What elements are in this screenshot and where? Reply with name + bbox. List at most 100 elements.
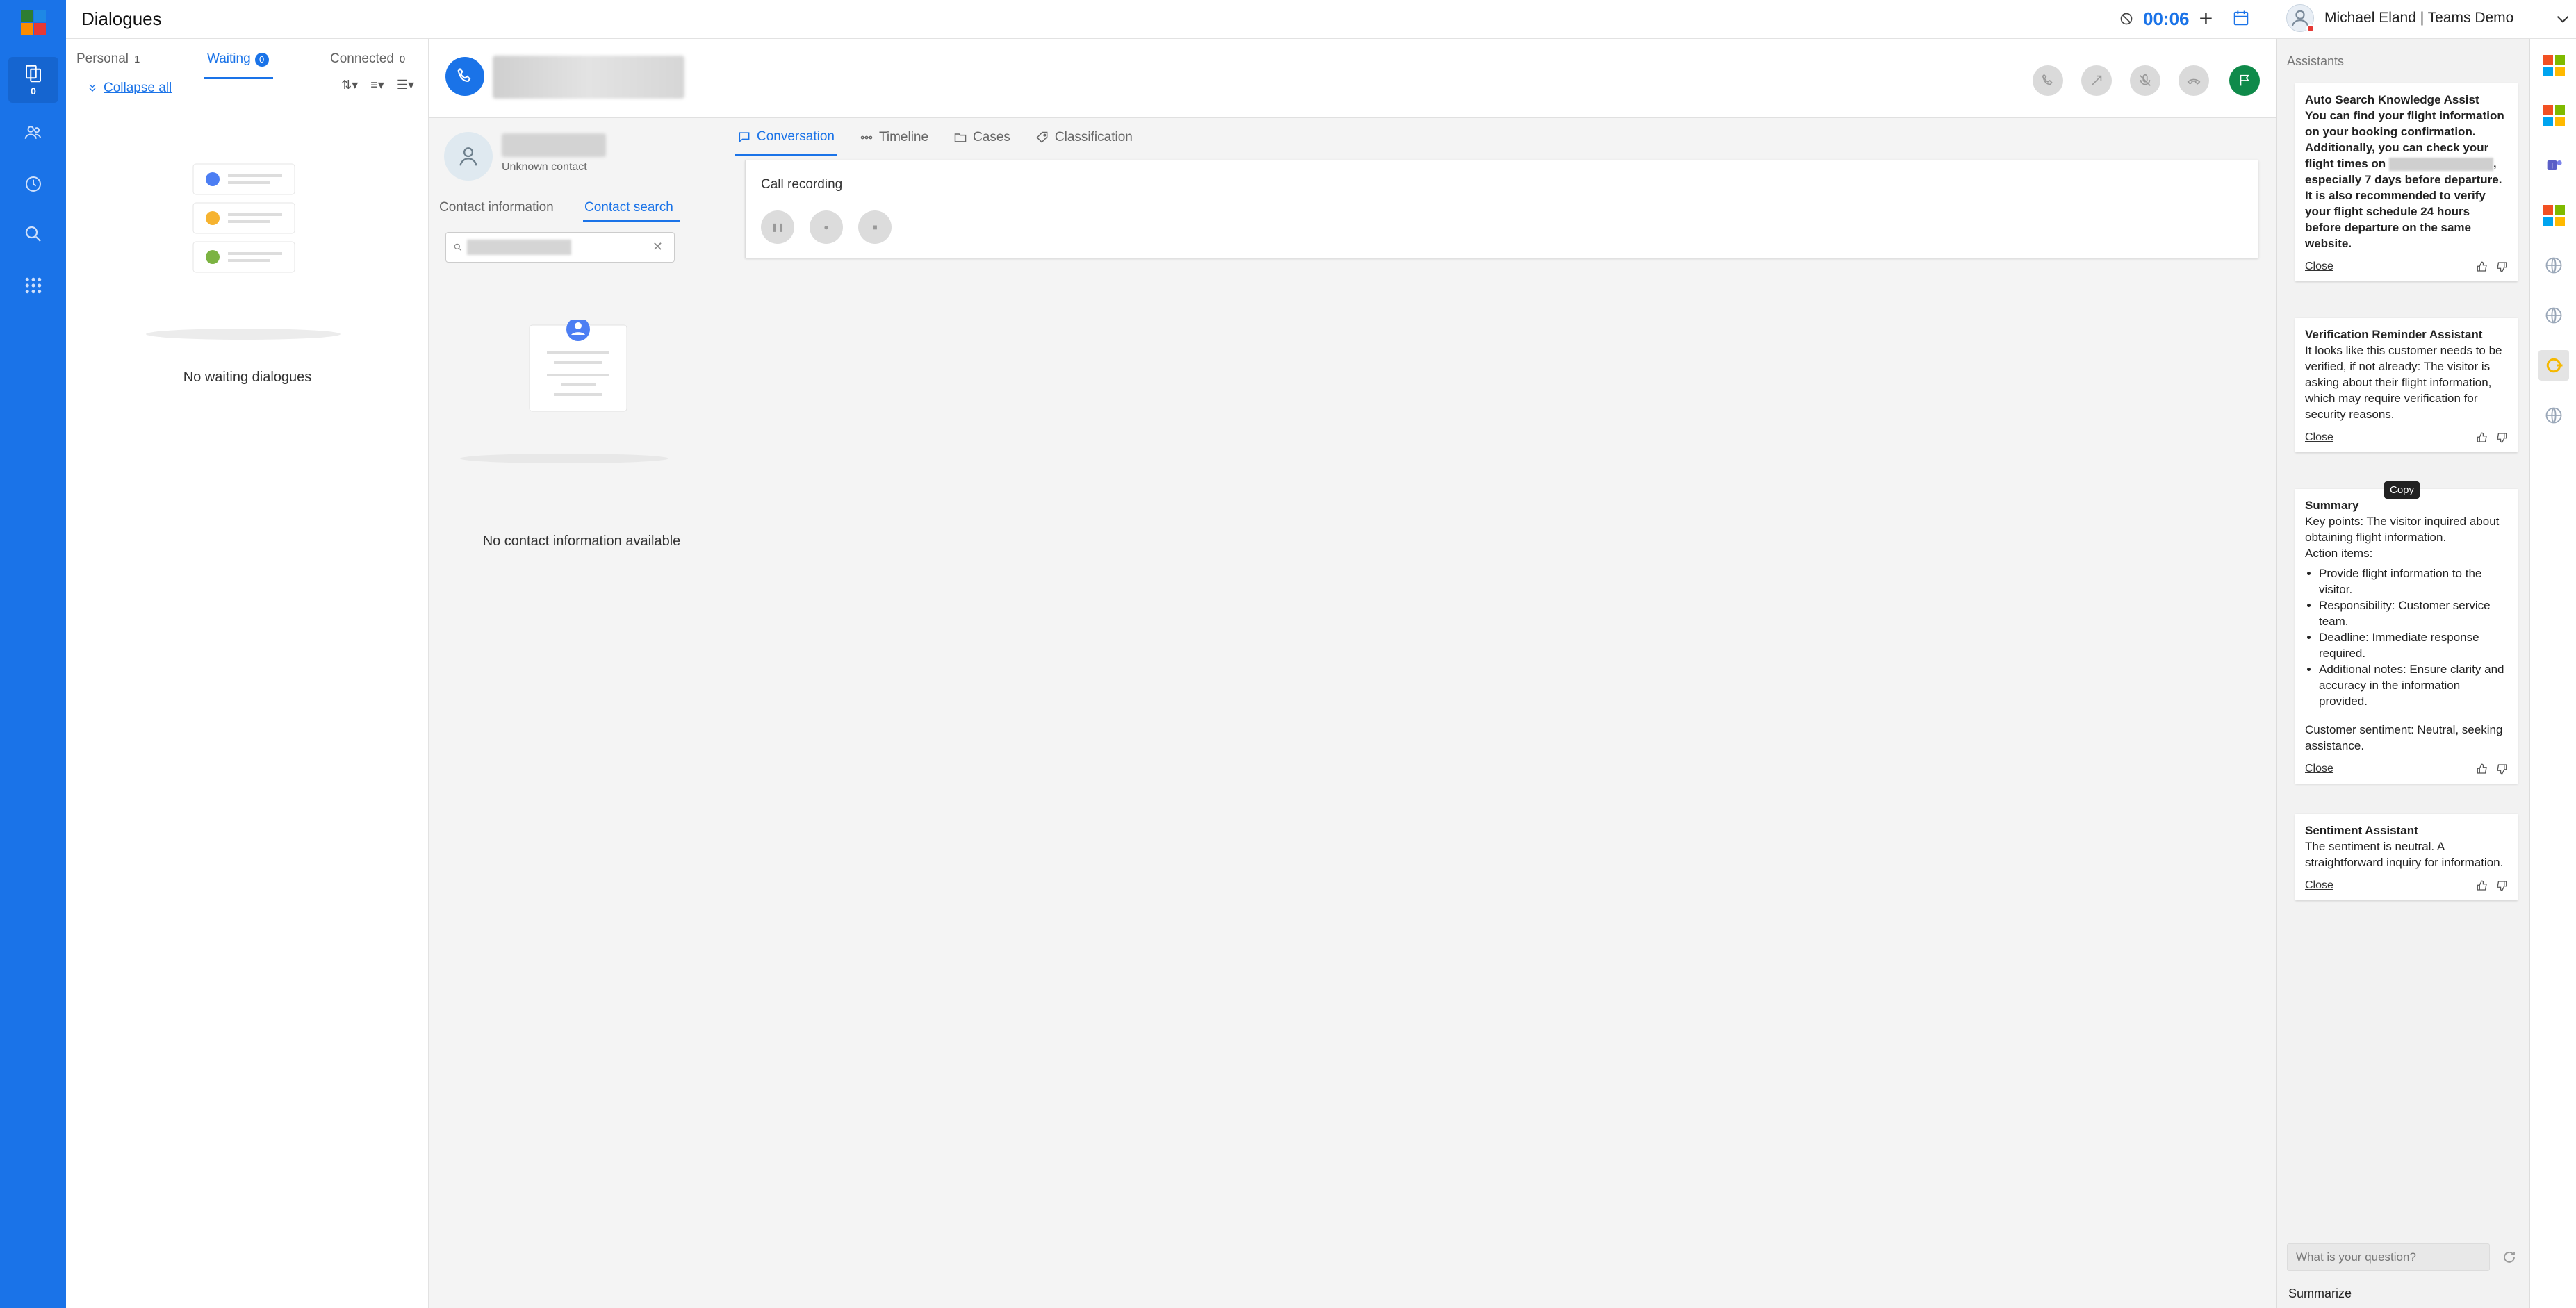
tab-classification[interactable]: Classification	[1033, 128, 1135, 156]
hangup-icon	[2187, 78, 2201, 85]
thumbs-up-icon[interactable]	[2476, 763, 2488, 775]
contact-search-input[interactable]: ✕	[445, 232, 675, 263]
card-title: Sentiment Assistant	[2305, 824, 2418, 837]
tab-label: Cases	[973, 130, 1010, 144]
card-title: Summary	[2305, 499, 2359, 512]
tab-connected[interactable]: Connected 0	[330, 51, 405, 67]
stop-recording-button[interactable]: ■	[858, 210, 892, 244]
stop-icon: ■	[872, 222, 878, 232]
card-footer: Close	[2305, 429, 2508, 445]
no-disturb-icon[interactable]	[2119, 12, 2133, 26]
globe-icon[interactable]	[2538, 300, 2569, 331]
close-link[interactable]: Close	[2305, 761, 2333, 777]
flag-icon	[2240, 74, 2250, 86]
tab-underline	[583, 220, 680, 222]
tab-cases[interactable]: Cases	[951, 128, 1013, 156]
main-area: Unknown contact Contact information Cont…	[429, 39, 2276, 1308]
thumbs-up-icon[interactable]	[2476, 260, 2488, 273]
tab-count: 1	[134, 53, 140, 65]
call-indicator	[445, 57, 484, 96]
phone-icon	[2042, 74, 2053, 85]
call-timer: 00:06	[2143, 8, 2190, 29]
teams-icon[interactable]: T	[2538, 150, 2569, 181]
empty-contact-illustration	[460, 320, 668, 463]
nav-search-button[interactable]	[8, 211, 58, 257]
tab-label: Conversation	[757, 129, 835, 144]
globe-icon[interactable]	[2538, 250, 2569, 281]
summarize-button[interactable]: Summarize	[2288, 1286, 2352, 1301]
tab-personal[interactable]: Personal 1	[76, 51, 140, 67]
feedback-buttons	[2476, 431, 2508, 444]
thumbs-up-icon[interactable]	[2476, 431, 2488, 444]
view-icon[interactable]: ☰▾	[397, 78, 414, 92]
dialogues-panel: Personal 1 Waiting 0 Connected 0 Collapse a…	[66, 39, 429, 1308]
list-item: Additional notes: Ensure clarity and acc…	[2319, 661, 2508, 709]
thumbs-down-icon[interactable]	[2495, 763, 2508, 775]
list-item: Responsibility: Customer service team.	[2319, 597, 2508, 629]
tab-waiting[interactable]: Waiting 0	[207, 51, 269, 67]
tab-label: Timeline	[878, 130, 929, 144]
summary-intro: Key points: The visitor inquired about o…	[2305, 515, 2500, 544]
feedback-buttons	[2476, 260, 2508, 273]
user-name[interactable]: Michael Eland | Teams Demo	[2324, 10, 2513, 26]
grid-icon	[25, 277, 42, 294]
clear-icon[interactable]: ✕	[653, 240, 663, 254]
dialogue-tabs: Personal 1 Waiting 0 Connected 0	[66, 46, 429, 81]
action-list: Provide flight information to the visito…	[2319, 565, 2508, 709]
close-link[interactable]: Close	[2305, 429, 2333, 445]
tab-label: Personal	[76, 51, 129, 66]
question-input[interactable]: What is your question?	[2287, 1243, 2490, 1271]
svg-text:T: T	[2550, 162, 2554, 171]
thumbs-down-icon[interactable]	[2495, 879, 2508, 892]
chat-icon	[739, 131, 750, 142]
tab-label: Classification	[1054, 130, 1133, 144]
pause-recording-button[interactable]: ❚❚	[761, 210, 794, 244]
globe-icon[interactable]	[2538, 400, 2569, 431]
chevron-down-icon[interactable]	[2554, 10, 2572, 28]
assistant-card: Auto Search Knowledge Assist You can fin…	[2295, 83, 2518, 281]
user-icon	[459, 147, 477, 166]
close-link[interactable]: Close	[2305, 877, 2333, 893]
tab-contact-search[interactable]: Contact search	[584, 200, 673, 215]
contact-name-redacted	[502, 133, 606, 157]
nav-dialogues-button[interactable]: 0	[8, 57, 58, 103]
refresh-icon[interactable]	[2501, 1249, 2518, 1266]
assistant-app-icon[interactable]	[2538, 350, 2569, 381]
finish-button[interactable]	[2229, 65, 2260, 96]
call-button[interactable]	[2033, 65, 2063, 96]
sort-icon[interactable]: ⇅▾	[341, 78, 358, 92]
nav-apps-button[interactable]	[8, 263, 58, 308]
thumbs-up-icon[interactable]	[2476, 879, 2488, 892]
tab-contact-information[interactable]: Contact information	[439, 200, 554, 215]
close-link[interactable]: Close	[2305, 258, 2333, 274]
search-value-redacted	[467, 240, 571, 255]
mute-button[interactable]	[2130, 65, 2160, 96]
page-title: Dialogues	[81, 8, 162, 29]
list-tools: ⇅▾ ≡▾ ☰▾	[341, 78, 414, 92]
transfer-button[interactable]	[2081, 65, 2112, 96]
app-ms-icon[interactable]	[2538, 100, 2569, 131]
add-icon[interactable]: +	[2199, 7, 2213, 31]
nav-history-button[interactable]	[8, 161, 58, 207]
timeline-icon	[860, 135, 873, 140]
collapse-all-link[interactable]: Collapse all	[87, 81, 172, 96]
nav-contacts-button[interactable]	[8, 110, 58, 156]
resume-recording-button[interactable]: ●	[810, 210, 843, 244]
tab-timeline[interactable]: Timeline	[857, 128, 931, 156]
copy-tooltip: Copy	[2384, 481, 2420, 499]
record-icon: ●	[823, 222, 829, 232]
filter-icon[interactable]: ≡▾	[370, 78, 384, 92]
app-ms-icon[interactable]	[2538, 50, 2569, 81]
app-ms-icon[interactable]	[2538, 200, 2569, 231]
tab-conversation[interactable]: Conversation	[735, 128, 837, 156]
thumbs-down-icon[interactable]	[2495, 260, 2508, 273]
hangup-button[interactable]	[2179, 65, 2209, 96]
caller-name-redacted	[493, 56, 684, 99]
calendar-icon[interactable]	[2231, 8, 2251, 28]
card-body-text: , especially 7 days before departure. It…	[2305, 157, 2502, 250]
user-avatar[interactable]	[2286, 4, 2315, 33]
recording-title: Call recording	[761, 177, 843, 192]
collapse-icon	[89, 84, 96, 92]
thumbs-down-icon[interactable]	[2495, 431, 2508, 444]
pause-icon: ❚❚	[770, 222, 785, 232]
